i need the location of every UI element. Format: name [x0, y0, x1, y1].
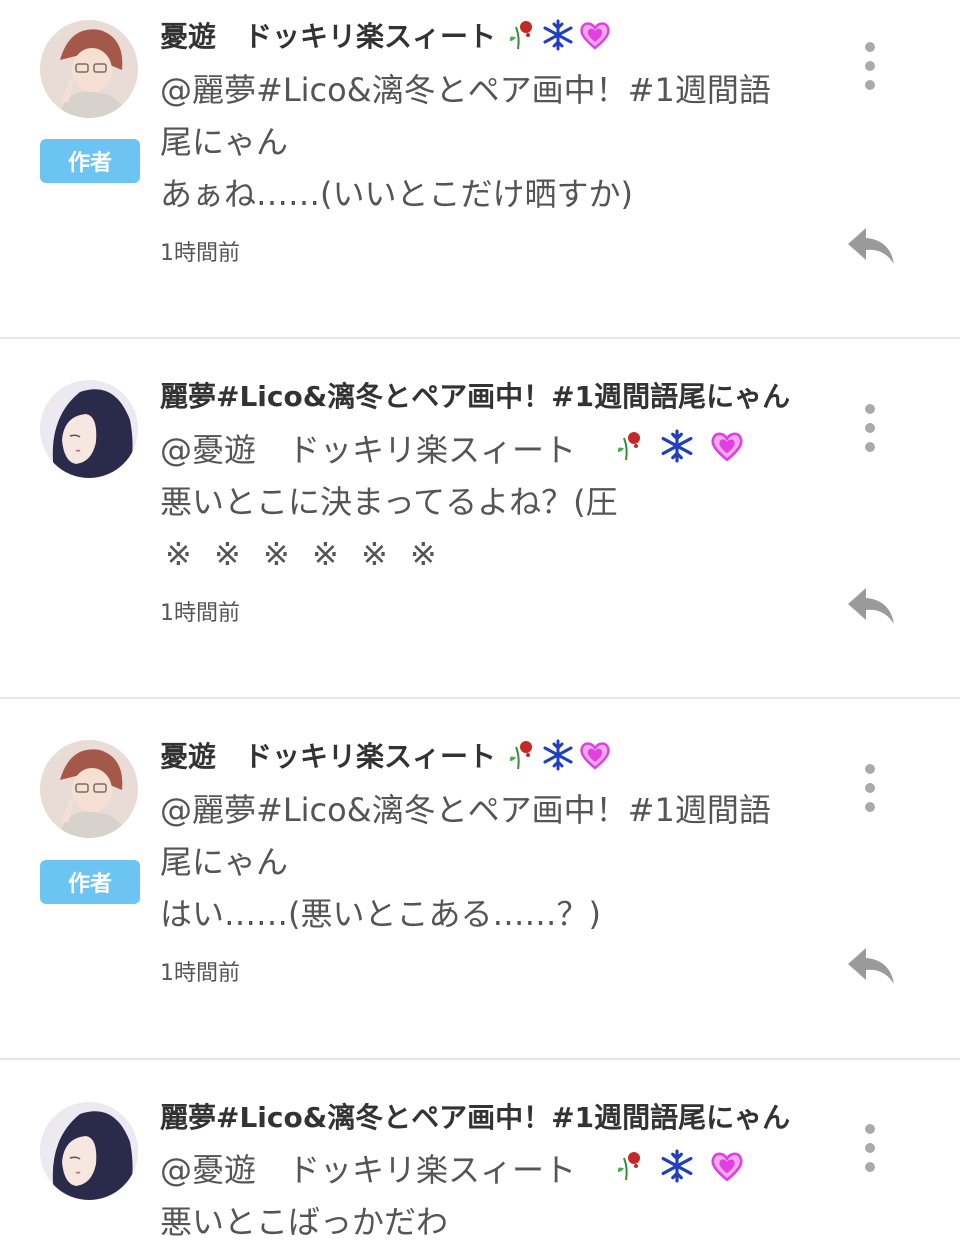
name-emoji-group [508, 17, 612, 57]
comment-text-line: あぁね……(いいとこだけ晒すか) [160, 175, 633, 213]
commenter-name[interactable]: 憂遊 ドッキリ楽スィート [160, 17, 496, 57]
comment-text-line: ※ ※ ※ ※ ※ ※ [165, 535, 443, 573]
sparkling-heart-icon [578, 739, 612, 775]
comment-1: 作者 憂遊 ドッキリ楽スィート @麗夢#Lico&漓冬とペア画中！#1週間語 尾… [0, 0, 960, 360]
mention-text: @憂遊 ドッキリ楽スィート [160, 1151, 577, 1189]
more-options-icon[interactable] [856, 1124, 884, 1172]
wilted-rose-icon [508, 739, 538, 775]
sparkling-heart-icon [709, 426, 745, 478]
comment-text-line: @憂遊 ドッキリ楽スィート [160, 424, 745, 476]
more-options-icon[interactable] [856, 42, 884, 90]
avatar[interactable] [40, 740, 138, 838]
reply-icon[interactable] [844, 584, 898, 628]
name-emoji-group [508, 737, 612, 777]
snowflake-icon [542, 19, 574, 55]
comment-4: 麗夢#Lico&漓冬とペア画中！#1週間語尾にゃん @憂遊 ドッキリ楽スィート … [0, 1080, 960, 1248]
divider [0, 1058, 960, 1060]
timestamp: 1時間前 [160, 241, 240, 266]
snowflake-icon [542, 739, 574, 775]
avatar[interactable] [40, 20, 138, 118]
comment-text-line: 尾にゃん [160, 123, 289, 161]
reply-icon[interactable] [844, 944, 898, 988]
commenter-name[interactable]: 麗夢#Lico&漓冬とペア画中！#1週間語尾にゃん [160, 377, 790, 417]
comment-text-line: はい……(悪いとこある……？) [160, 895, 601, 933]
commenter-name[interactable]: 麗夢#Lico&漓冬とペア画中！#1週間語尾にゃん [160, 1098, 790, 1138]
snowflake-icon [660, 1146, 694, 1198]
wilted-rose-icon [508, 19, 538, 55]
avatar[interactable] [40, 1102, 138, 1200]
wilted-rose-icon [616, 426, 646, 478]
comment-text-line: 悪いとこに決まってるよね？(圧 [160, 483, 618, 521]
wilted-rose-icon [616, 1146, 646, 1198]
timestamp: 1時間前 [160, 961, 240, 986]
comment-2: 麗夢#Lico&漓冬とペア画中！#1週間語尾にゃん @憂遊 ドッキリ楽スィート … [0, 360, 960, 720]
comment-text-line: 尾にゃん [160, 843, 289, 881]
author-badge: 作者 [40, 139, 140, 183]
avatar[interactable] [40, 380, 138, 478]
author-badge: 作者 [40, 860, 140, 904]
sparkling-heart-icon [709, 1146, 745, 1198]
sparkling-heart-icon [578, 19, 612, 55]
divider [0, 697, 960, 699]
comment-3: 作者 憂遊 ドッキリ楽スィート @麗夢#Lico&漓冬とペア画中！#1週間語 尾… [0, 720, 960, 1080]
more-options-icon[interactable] [856, 764, 884, 812]
comment-text-line: @憂遊 ドッキリ楽スィート [160, 1144, 745, 1196]
divider [0, 337, 960, 339]
comment-text-line: 悪いとこばっかだわ [160, 1203, 449, 1241]
timestamp: 1時間前 [160, 601, 240, 626]
comment-text-line: @麗夢#Lico&漓冬とペア画中！#1週間語 [160, 791, 771, 829]
more-options-icon[interactable] [856, 404, 884, 452]
commenter-name[interactable]: 憂遊 ドッキリ楽スィート [160, 737, 496, 777]
reply-icon[interactable] [844, 224, 898, 268]
comment-text-line: @麗夢#Lico&漓冬とペア画中！#1週間語 [160, 71, 771, 109]
mention-text: @憂遊 ドッキリ楽スィート [160, 431, 577, 469]
snowflake-icon [660, 426, 694, 478]
